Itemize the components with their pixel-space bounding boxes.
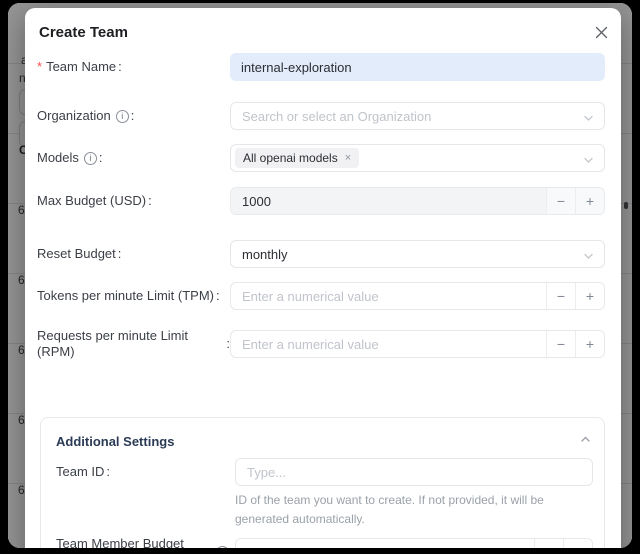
max-budget-stepper: − + [230,187,605,215]
plus-button[interactable]: + [563,539,592,548]
modal-header: Create Team [37,24,605,44]
organization-select[interactable]: Search or select an Organization [230,102,605,130]
reset-budget-value: monthly [242,247,288,262]
team-member-budget-stepper: − + [235,538,593,548]
reset-budget-label: Reset Budget : [37,246,230,262]
chevron-up-icon [580,432,591,450]
plus-button[interactable]: + [575,331,604,357]
team-id-input[interactable] [235,458,593,486]
models-label: Models i : [37,150,230,166]
model-tag-label: All openai models [243,151,338,165]
organization-placeholder: Search or select an Organization [242,109,431,124]
rpm-stepper: − + [230,330,605,358]
info-icon[interactable]: i [84,152,97,165]
max-budget-input[interactable] [231,188,546,214]
tpm-stepper: − + [230,282,605,310]
reset-budget-select[interactable]: monthly [230,240,605,268]
form-row-models: Models i : All openai models × [37,144,605,172]
team-id-label: Team ID : [56,464,235,480]
form-row-tpm: Tokens per minute Limit (TPM) : − + [37,282,605,310]
form-row-rpm: Requests per minute Limit (RPM) : − + [37,328,605,360]
model-tag: All openai models × [235,148,359,168]
max-budget-label: Max Budget (USD) : [37,193,230,209]
tpm-input[interactable] [231,283,546,309]
plus-button[interactable]: + [575,283,604,309]
minus-button[interactable]: − [546,283,575,309]
form-row-team-member-budget: Team Member Budget (USD) ? : − + [56,536,591,548]
required-asterisk: * [37,59,42,75]
minus-button[interactable]: − [546,331,575,357]
rpm-input[interactable] [231,331,546,357]
tag-remove-icon[interactable]: × [345,153,351,164]
team-member-budget-input[interactable] [236,539,534,548]
team-name-input[interactable] [230,53,605,81]
organization-label: Organization i : [37,108,230,124]
models-select[interactable]: All openai models × [230,144,605,172]
question-icon[interactable]: ? [216,546,229,548]
form-row-organization: Organization i : Search or select an Org… [37,102,605,130]
minus-button[interactable]: − [546,188,575,214]
team-id-help-text: ID of the team you want to create. If no… [235,491,600,528]
form-row-team-name: * Team Name : [37,53,605,81]
additional-settings-panel: Additional Settings Team ID : ID of the … [40,417,605,548]
chevron-down-icon [583,153,594,171]
form-row-max-budget: Max Budget (USD) : − + [37,187,605,215]
chevron-down-icon [583,249,594,267]
minus-button[interactable]: − [534,539,563,548]
rpm-label: Requests per minute Limit (RPM) : [37,328,230,360]
plus-button[interactable]: + [575,188,604,214]
close-icon[interactable] [589,20,613,44]
create-team-modal: Create Team * Team Name : Organization i [25,8,621,548]
modal-title: Create Team [39,24,128,42]
form-row-reset-budget: Reset Budget : monthly [37,240,605,268]
team-member-budget-label: Team Member Budget (USD) ? : [56,536,235,548]
app-window: am nar Cre 6/2 6/2 6/2 6/1 6/1 Create Te… [8,3,632,548]
chevron-down-icon [583,111,594,129]
close-x-glyph [595,26,608,39]
form-row-team-id: Team ID : ID of the team you want to cre… [56,458,591,528]
tpm-label: Tokens per minute Limit (TPM) : [37,288,230,304]
info-icon[interactable]: i [116,110,129,123]
additional-settings-title: Additional Settings [56,434,174,449]
additional-settings-header[interactable]: Additional Settings [56,432,591,450]
team-name-label: * Team Name : [37,59,230,75]
